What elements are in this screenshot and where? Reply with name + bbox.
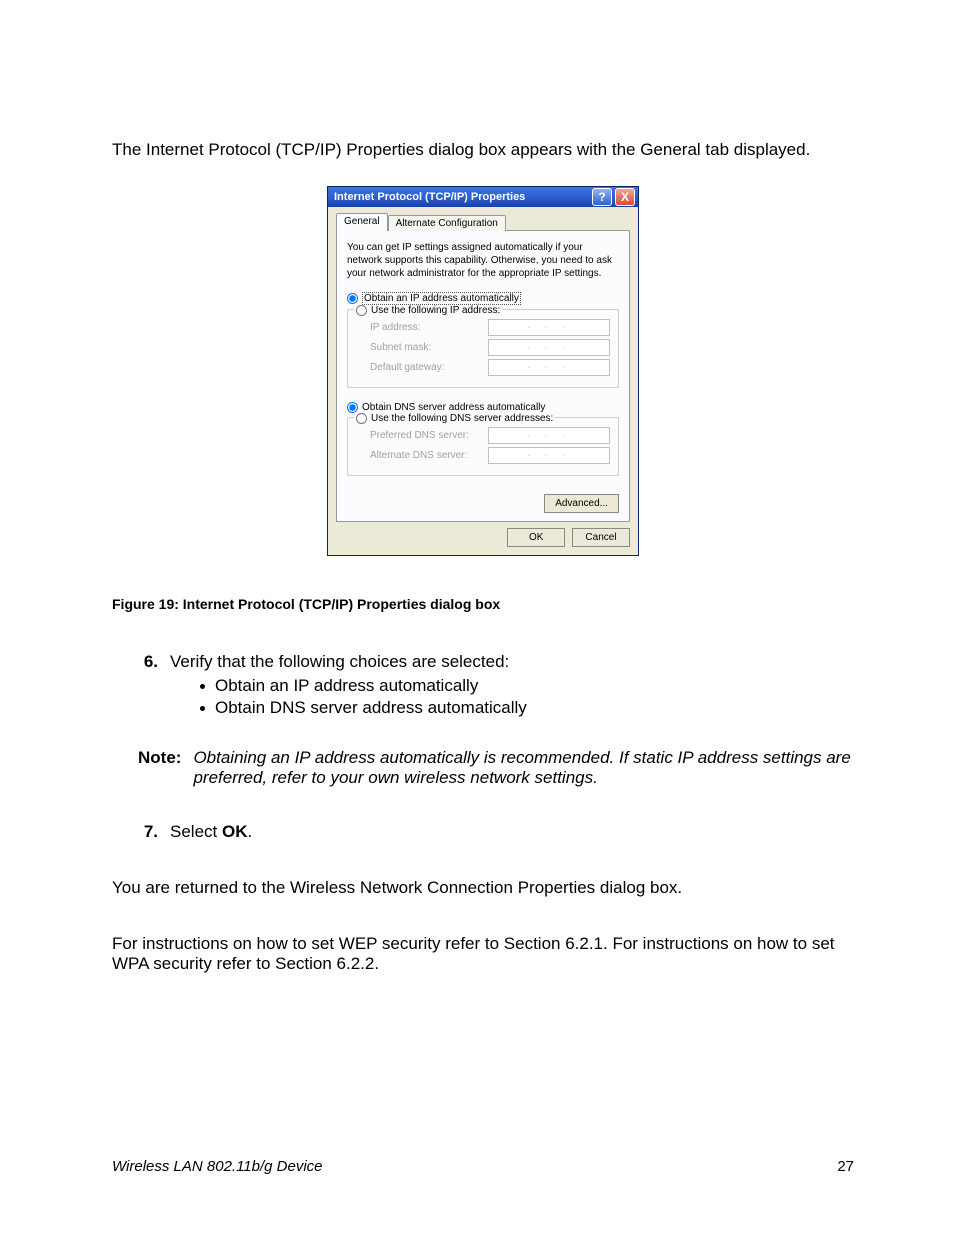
dialog-description: You can get IP settings assigned automat…	[347, 241, 619, 280]
radio-obtain-ip[interactable]: Obtain an IP address automatically	[347, 292, 619, 305]
dialog-title: Internet Protocol (TCP/IP) Properties	[334, 191, 525, 203]
label-pref-dns: Preferred DNS server:	[370, 430, 469, 441]
ok-button[interactable]: OK	[507, 528, 565, 547]
radio-use-dns-input[interactable]	[356, 413, 367, 424]
bullet-2: Obtain DNS server address automatically	[215, 698, 527, 718]
label-subnet: Subnet mask:	[370, 342, 431, 353]
advanced-button[interactable]: Advanced...	[544, 494, 619, 513]
input-pref-dns[interactable]: . . .	[488, 427, 610, 444]
footer-title: Wireless LAN 802.11b/g Device	[112, 1158, 323, 1175]
note-label: Note:	[138, 748, 181, 788]
return-para: You are returned to the Wireless Network…	[112, 878, 854, 898]
bullet-1: Obtain an IP address automatically	[215, 676, 478, 696]
bullet-icon	[200, 684, 205, 689]
label-alt-dns: Alternate DNS server:	[370, 450, 467, 461]
input-subnet[interactable]: . . .	[488, 339, 610, 356]
instructions-para: For instructions on how to set WEP secur…	[112, 934, 854, 974]
label-gateway: Default gateway:	[370, 362, 445, 373]
radio-obtain-ip-input[interactable]	[347, 293, 358, 304]
dialog-figure: Internet Protocol (TCP/IP) Properties ? …	[327, 186, 639, 556]
radio-obtain-ip-label: Obtain an IP address automatically	[362, 292, 521, 305]
radio-use-ip-label: Use the following IP address:	[371, 305, 500, 316]
bullet-icon	[200, 706, 205, 711]
tab-general[interactable]: General	[336, 213, 388, 231]
input-alt-dns[interactable]: . . .	[488, 447, 610, 464]
tab-alternate[interactable]: Alternate Configuration	[388, 215, 506, 231]
radio-obtain-dns-input[interactable]	[347, 402, 358, 413]
radio-obtain-dns-label: Obtain DNS server address automatically	[362, 402, 545, 413]
note-text: Obtaining an IP address automatically is…	[193, 748, 854, 788]
cancel-button[interactable]: Cancel	[572, 528, 630, 547]
radio-use-ip[interactable]: Use the following IP address:	[354, 305, 502, 316]
step-6-number: 6.	[138, 652, 158, 672]
radio-use-dns[interactable]: Use the following DNS server addresses:	[354, 413, 555, 424]
label-ip-address: IP address:	[370, 322, 420, 333]
input-ip-address[interactable]: . . .	[488, 319, 610, 336]
step-7-number: 7.	[138, 822, 158, 842]
close-icon[interactable]: X	[615, 188, 635, 206]
title-bar: Internet Protocol (TCP/IP) Properties ? …	[328, 187, 638, 207]
page-number: 27	[837, 1158, 854, 1175]
intro-text: The Internet Protocol (TCP/IP) Propertie…	[112, 140, 854, 160]
radio-use-ip-input[interactable]	[356, 305, 367, 316]
figure-caption: Figure 19: Internet Protocol (TCP/IP) Pr…	[112, 596, 854, 612]
radio-use-dns-label: Use the following DNS server addresses:	[371, 413, 553, 424]
radio-obtain-dns[interactable]: Obtain DNS server address automatically	[347, 402, 619, 413]
input-gateway[interactable]: . . .	[488, 359, 610, 376]
step-7-text: Select OK.	[170, 822, 252, 842]
help-icon[interactable]: ?	[592, 188, 612, 206]
tcpip-dialog: Internet Protocol (TCP/IP) Properties ? …	[327, 186, 639, 556]
step-6-text: Verify that the following choices are se…	[170, 652, 509, 672]
